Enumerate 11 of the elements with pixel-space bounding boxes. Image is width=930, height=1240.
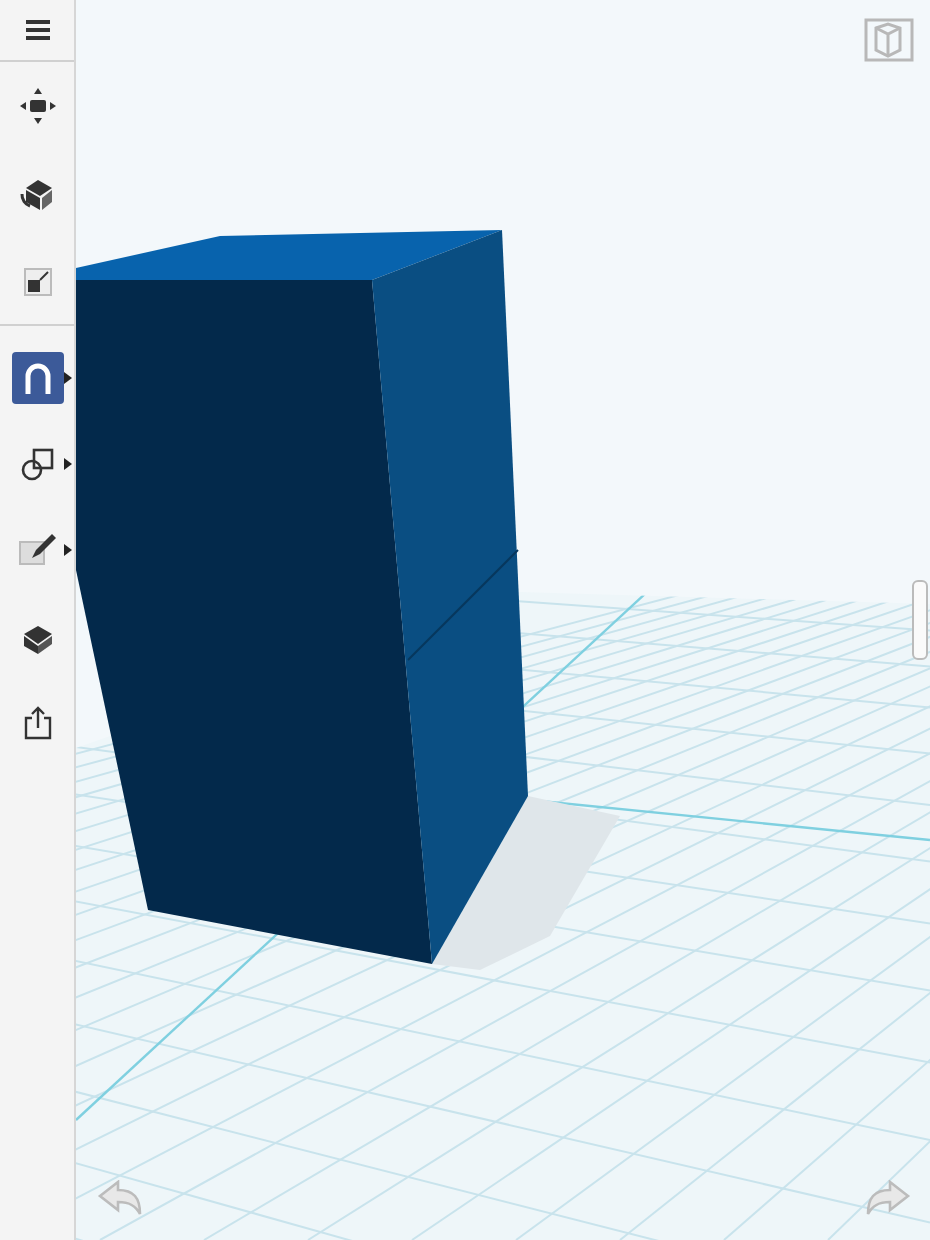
- pencil-icon: [17, 532, 57, 568]
- magnet-icon: [23, 361, 51, 393]
- paint-bucket-icon: [19, 621, 55, 653]
- rotate-icon: [19, 176, 55, 212]
- scale-icon: [21, 265, 53, 297]
- scroll-handle[interactable]: [912, 580, 928, 660]
- snap-tool-button[interactable]: [11, 351, 63, 403]
- shapes-icon: [19, 445, 55, 481]
- move-icon: [17, 86, 57, 126]
- share-icon: [23, 706, 51, 740]
- menu-icon: [25, 20, 49, 40]
